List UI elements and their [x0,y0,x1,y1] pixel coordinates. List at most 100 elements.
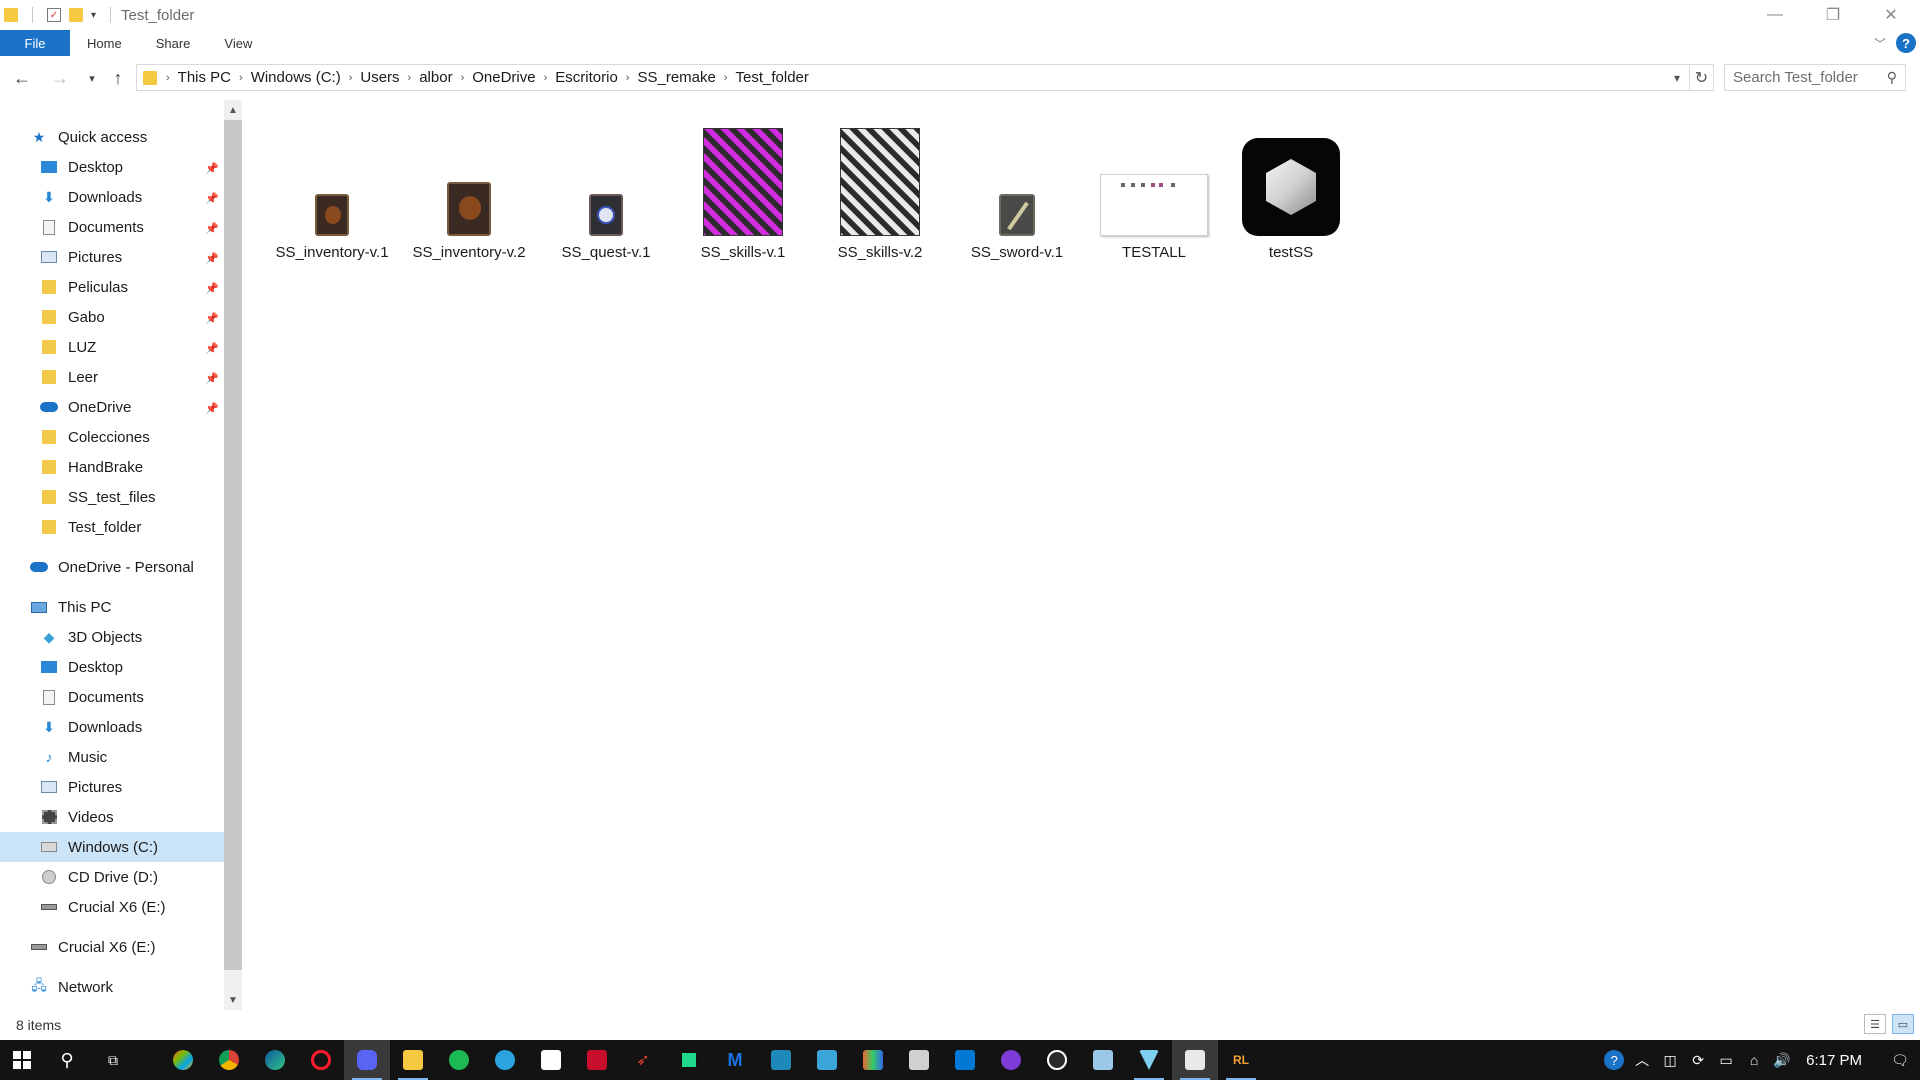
battery-icon[interactable]: ▭ [1712,1040,1740,1080]
nav-item-cd-drive[interactable]: CD Drive (D:) [40,862,158,892]
file-item[interactable]: SS_sword-v.1 [952,116,1082,261]
pin-icon[interactable]: 📌 [205,192,219,205]
opera-icon[interactable] [298,1040,344,1080]
nav-item-downloads-pc[interactable]: ⬇ Downloads [40,712,142,742]
tab-share[interactable]: Share [139,30,208,56]
app-icon[interactable]: RL [1218,1040,1264,1080]
restore-button[interactable]: ❐ [1804,0,1862,30]
app-icon[interactable] [758,1040,804,1080]
tab-file[interactable]: File [0,30,70,56]
help-tray-icon[interactable]: ? [1600,1040,1628,1080]
file-item[interactable]: SS_skills-v.2 [815,116,945,261]
large-icons-view-icon[interactable]: ▭ [1892,1014,1914,1034]
file-item[interactable]: testSS [1226,116,1356,261]
file-explorer-icon[interactable] [390,1040,436,1080]
app-icon[interactable] [160,1040,206,1080]
minimize-button[interactable]: — [1746,0,1804,30]
chevron-right-icon[interactable]: › [163,72,173,84]
nav-item-handbrake[interactable]: HandBrake [40,452,143,482]
pin-icon[interactable]: 📌 [205,312,219,325]
nav-item-leer[interactable]: Leer [40,362,98,392]
nav-this-pc[interactable]: This PC [30,592,111,622]
nav-item-colecciones[interactable]: Colecciones [40,422,150,452]
nav-quick-access[interactable]: ★ Quick access [30,122,147,152]
pycharm-icon[interactable] [666,1040,712,1080]
nav-item-3d-objects[interactable]: ◆ 3D Objects [40,622,143,652]
pin-icon[interactable]: 📌 [205,222,219,235]
start-icon[interactable] [0,1040,44,1080]
pin-icon[interactable]: 📌 [205,282,219,295]
chevron-right-icon[interactable]: › [346,72,356,84]
file-item[interactable]: SS_inventory-v.1 [267,116,397,261]
chevron-right-icon[interactable]: › [405,72,415,84]
properties-icon[interactable]: ✓ [47,8,61,22]
nav-item-luz[interactable]: LUZ [40,332,96,362]
nav-item-ss-test-files[interactable]: SS_test_files [40,482,156,512]
recent-locations-icon[interactable]: ▾ [78,64,106,92]
nav-item-videos[interactable]: Videos [40,802,114,832]
app-icon[interactable] [988,1040,1034,1080]
crumb-escritorio[interactable]: Escritorio [550,69,623,86]
nav-item-documents-pc[interactable]: Documents [40,682,144,712]
file-item[interactable]: SS_quest-v.1 [541,116,671,261]
app-icon[interactable] [1126,1040,1172,1080]
chevron-right-icon[interactable]: › [721,72,731,84]
new-folder-icon[interactable] [69,8,83,22]
chevron-up-icon[interactable]: ︿ [1628,1040,1656,1080]
notifications-icon[interactable]: 🗨 [1880,1040,1920,1080]
sync-icon[interactable]: ⟳ [1684,1040,1712,1080]
file-item[interactable]: TESTALL [1089,116,1219,261]
forward-arrow-icon[interactable]: → [46,64,74,92]
nav-item-peliculas[interactable]: Peliculas [40,272,128,302]
nav-item-downloads[interactable]: ⬇ Downloads [40,182,142,212]
chrome-icon[interactable] [206,1040,252,1080]
pin-icon[interactable]: 📌 [205,252,219,265]
crumb-test-folder[interactable]: Test_folder [731,69,814,86]
volume-icon[interactable]: 🔊 [1768,1040,1796,1080]
nav-item-desktop[interactable]: Desktop [40,152,123,182]
nav-item-test-folder[interactable]: Test_folder [40,512,141,542]
address-dropdown-icon[interactable]: ▾ [1665,65,1689,90]
task-view-icon[interactable]: ⧉ [90,1040,136,1080]
nav-item-music[interactable]: ♪ Music [40,742,108,772]
scrollbar-thumb[interactable] [224,120,242,970]
file-item[interactable]: SS_inventory-v.2 [404,116,534,261]
refresh-icon[interactable]: ↻ [1690,64,1714,91]
vscode-icon[interactable] [942,1040,988,1080]
app-icon[interactable] [850,1040,896,1080]
chevron-right-icon[interactable]: › [236,72,246,84]
edge-icon[interactable] [252,1040,298,1080]
nav-scrollbar[interactable]: ▲ ▼ [224,100,242,1010]
pin-icon[interactable]: 📌 [205,372,219,385]
tab-view[interactable]: View [207,30,269,56]
app-icon[interactable] [574,1040,620,1080]
search-icon[interactable]: ⚲ [1887,69,1897,86]
details-view-icon[interactable]: ☰ [1864,1014,1886,1034]
crumb-this-pc[interactable]: This PC [173,69,236,86]
scroll-down-icon[interactable]: ▼ [224,990,242,1010]
chevron-right-icon[interactable]: › [541,72,551,84]
nav-network[interactable]: 🖧 Network [30,972,113,1002]
customize-toolbar-icon[interactable]: ▾ [91,10,96,21]
nav-crucial-x6-root[interactable]: Crucial X6 (E:) [30,932,156,962]
crumb-albor[interactable]: albor [414,69,457,86]
search-icon[interactable]: ⚲ [44,1040,90,1080]
crumb-windows-c[interactable]: Windows (C:) [246,69,346,86]
crumb-ss-remake[interactable]: SS_remake [632,69,720,86]
pin-icon[interactable]: 📌 [205,162,219,175]
scroll-up-icon[interactable]: ▲ [224,100,242,120]
expand-ribbon-icon[interactable]: ﹀ [1874,35,1886,52]
clock[interactable]: 6:17 PM [1796,1052,1880,1069]
nav-item-pictures-pc[interactable]: Pictures [40,772,122,802]
camera-icon[interactable]: ◫ [1656,1040,1684,1080]
pin-icon[interactable]: 📌 [205,402,219,415]
app-icon[interactable]: M [712,1040,758,1080]
back-arrow-icon[interactable]: ← [8,64,36,92]
address-bar[interactable]: › This PC › Windows (C:) › Users › albor… [136,64,1690,91]
store-icon[interactable] [528,1040,574,1080]
nav-item-desktop-pc[interactable]: Desktop [40,652,123,682]
app-icon[interactable] [1034,1040,1080,1080]
nav-item-windows-c[interactable]: Windows (C:) [0,832,224,862]
close-button[interactable]: ✕ [1862,0,1920,30]
network-tray-icon[interactable]: ⌂ [1740,1040,1768,1080]
